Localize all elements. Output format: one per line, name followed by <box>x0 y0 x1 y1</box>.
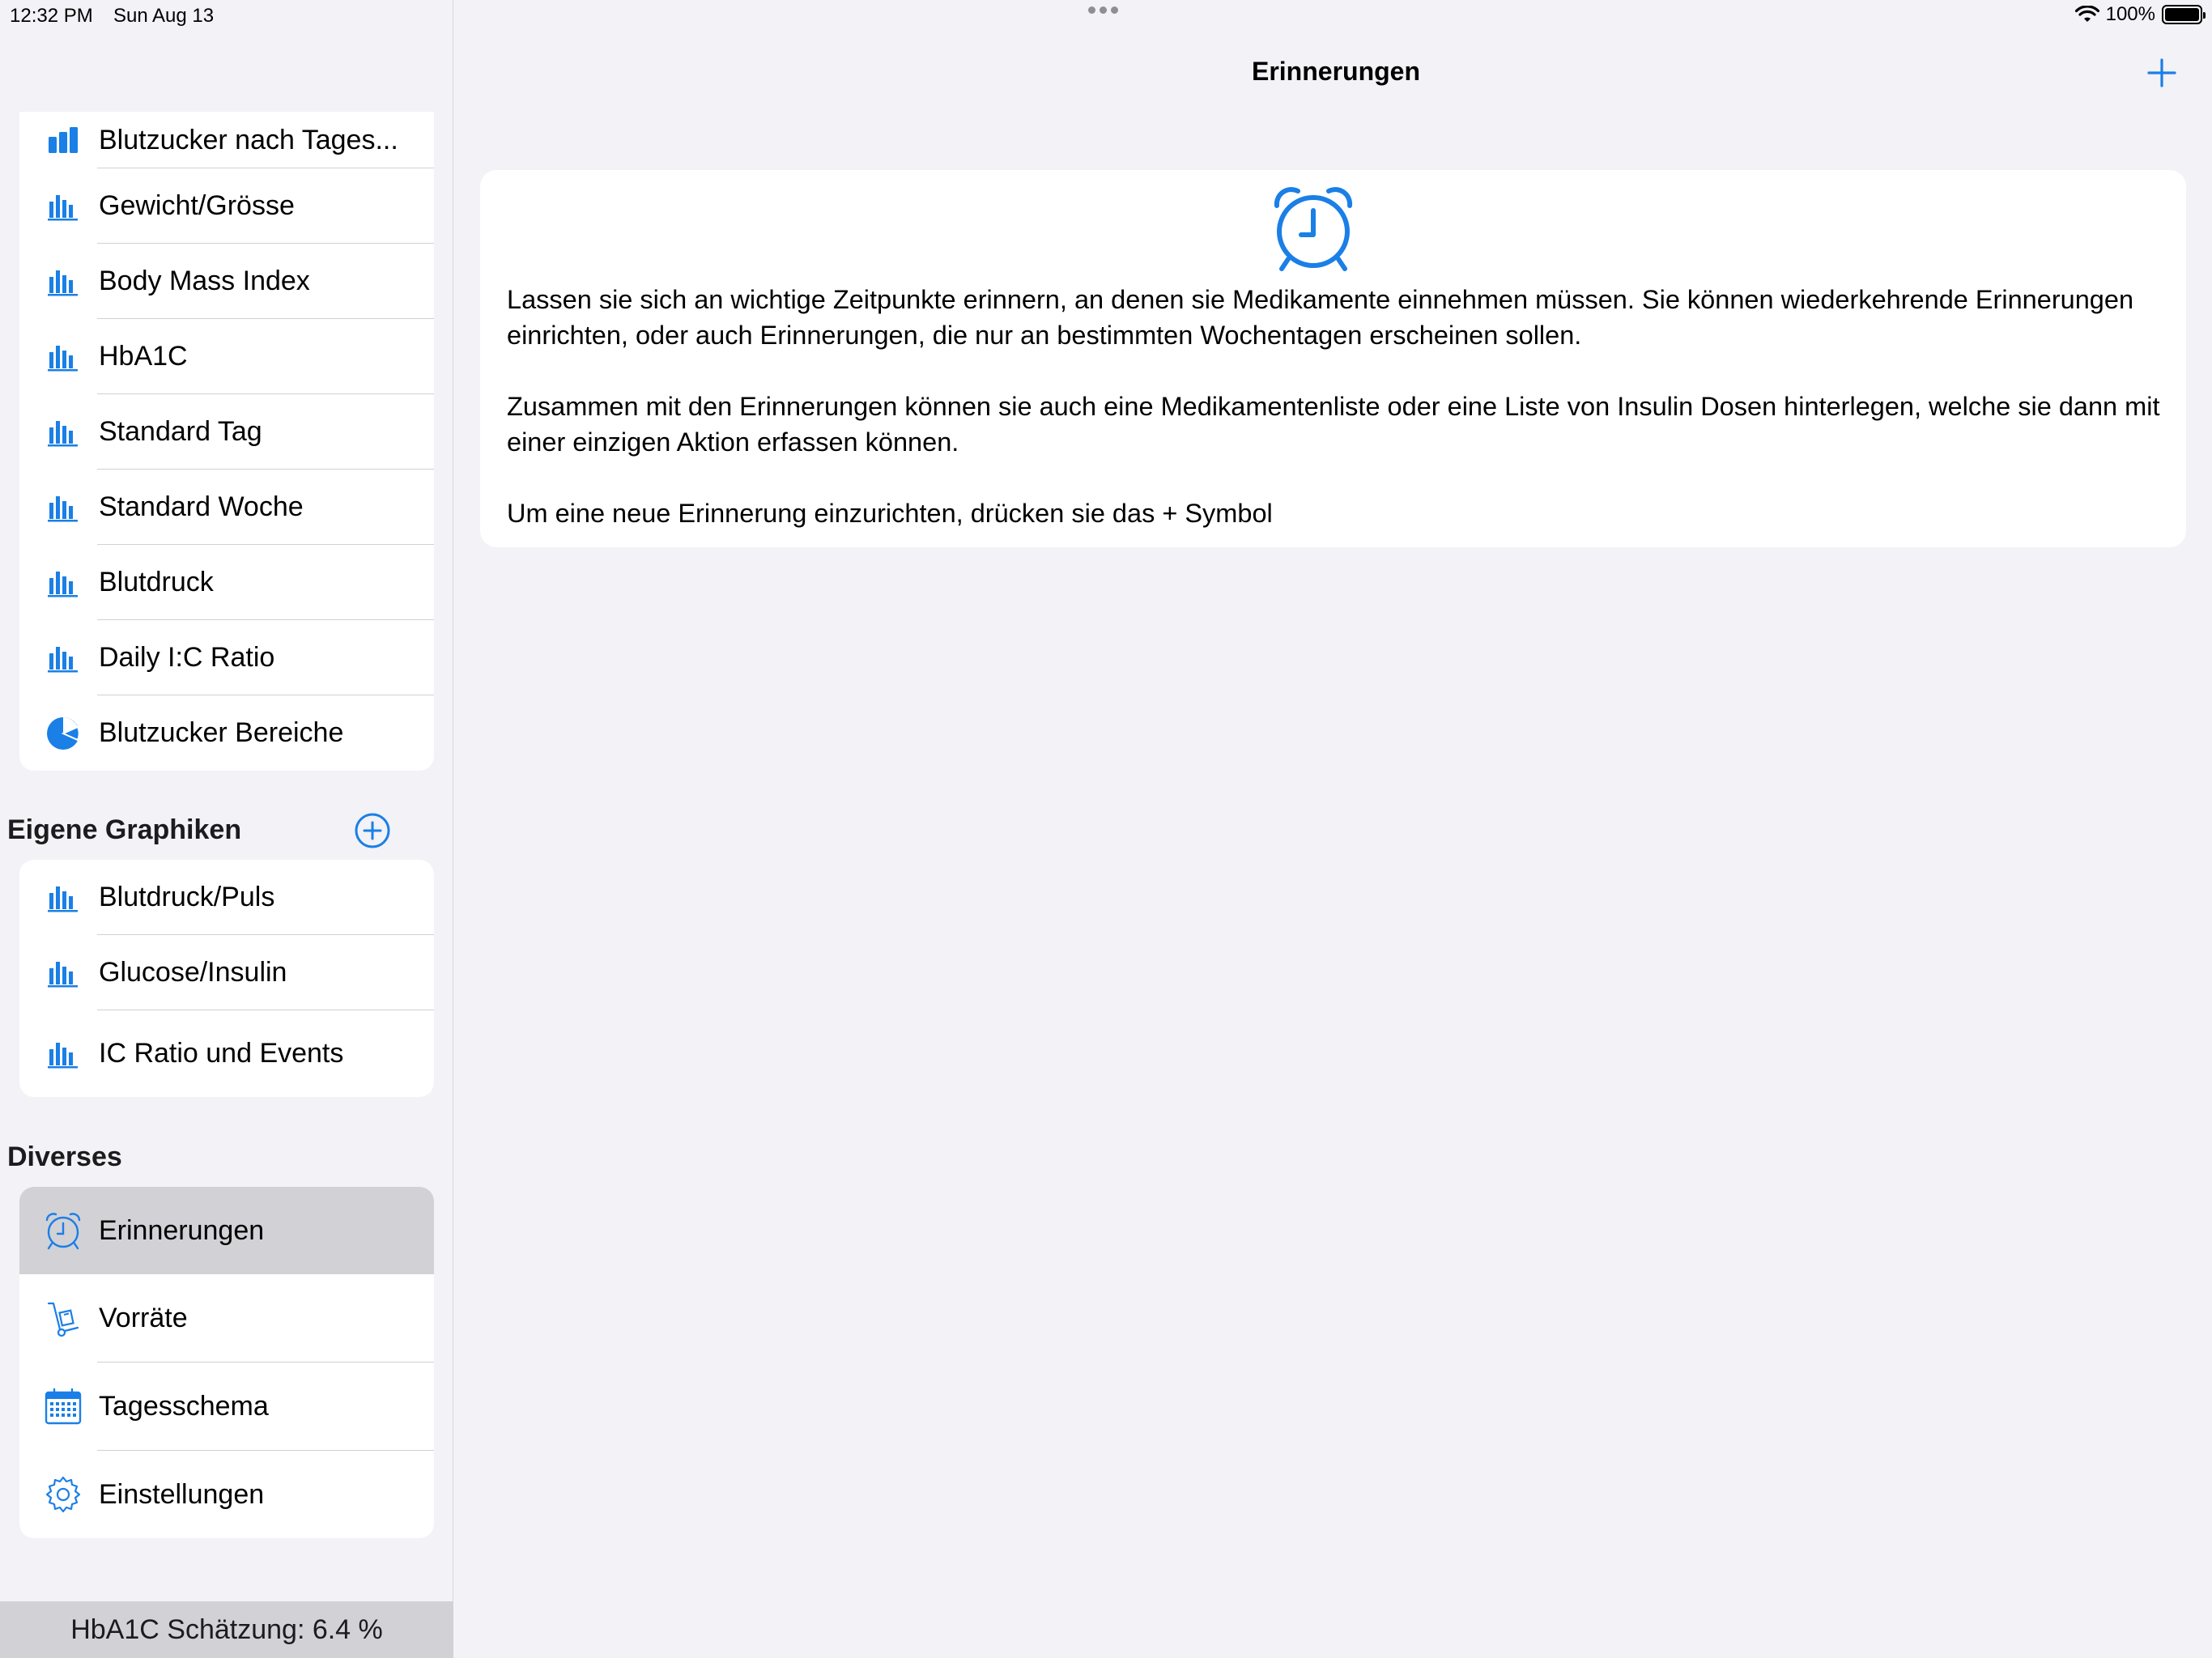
bar-chart-icon <box>40 184 86 229</box>
sidebar-item-label: Standard Tag <box>99 416 262 447</box>
add-circle-icon[interactable] <box>354 812 391 849</box>
info-text: Lassen sie sich an wichtige Zeitpunkte e… <box>507 282 2167 531</box>
bar-chart-icon <box>40 259 86 304</box>
alarm-clock-icon <box>1274 187 1353 271</box>
sidebar-item-einstellungen[interactable]: Einstellungen <box>19 1451 434 1538</box>
bar-chart-icon <box>40 636 86 681</box>
sidebar-item-blutzucker-nach-tages[interactable]: Blutzucker nach Tages... <box>19 112 434 168</box>
charts-list: Blutzucker nach Tages... Gewicht/Grösse Bo… <box>19 112 434 771</box>
sidebar-item-label: Vorräte <box>99 1303 188 1333</box>
sidebar-item-standard-tag[interactable]: Standard Tag <box>19 394 434 470</box>
bar-chart-icon <box>40 560 86 606</box>
sidebar-item-label: Blutdruck/Puls <box>99 882 275 912</box>
calendar-icon <box>40 1384 86 1430</box>
sidebar-item-label: Standard Woche <box>99 491 304 522</box>
sidebar-item-erinnerungen[interactable]: Erinnerungen <box>19 1187 434 1274</box>
bar-chart-icon <box>40 1031 86 1077</box>
bar-chart-icon <box>40 334 86 380</box>
sidebar-item-glucose-insulin[interactable]: Glucose/Insulin <box>19 935 434 1010</box>
info-paragraph: Um eine neue Erinnerung einzurichten, dr… <box>507 499 1273 528</box>
misc-rows: Erinnerungen Vorräte Tagesschema Einstellun… <box>19 1187 434 1538</box>
info-paragraph: Lassen sie sich an wichtige Zeitpunkte e… <box>507 285 2134 350</box>
sidebar-item-label: Blutzucker Bereiche <box>99 717 344 748</box>
sidebar-item-label: Gewicht/Grösse <box>99 190 295 221</box>
own-charts-rows: Blutdruck/Puls Glucose/Insulin IC Ratio un… <box>19 860 434 1097</box>
sidebar-item-ic-ratio-und-events[interactable]: IC Ratio und Events <box>19 1010 434 1097</box>
own-charts-list: Blutdruck/Puls Glucose/Insulin IC Ratio un… <box>19 860 434 1097</box>
alarm-clock-icon <box>40 1208 86 1253</box>
sidebar-item-body-mass-index[interactable]: Body Mass Index <box>19 244 434 319</box>
status-bar: 12:32 PM Sun Aug 13 100% <box>0 0 2212 32</box>
pie-chart-icon <box>40 711 86 756</box>
sidebar-item-tagesschema[interactable]: Tagesschema <box>19 1363 434 1451</box>
sidebar-item-vorräte[interactable]: Vorräte <box>19 1274 434 1363</box>
sidebar-item-daily-i-c-ratio[interactable]: Daily I:C Ratio <box>19 620 434 695</box>
hba1c-estimate: HbA1C Schätzung: 6.4 % <box>0 1601 453 1658</box>
info-card: Lassen sie sich an wichtige Zeitpunkte e… <box>480 170 2186 547</box>
info-paragraph: Zusammen mit den Erinnerungen können sie… <box>507 392 2160 457</box>
sidebar-item-label: HbA1C <box>99 341 188 372</box>
sidebar-item-label: Glucose/Insulin <box>99 957 287 988</box>
sidebar-item-gewicht-grösse[interactable]: Gewicht/Grösse <box>19 168 434 244</box>
bar-chart-icon <box>40 950 86 996</box>
bar-chart-icon <box>40 117 86 163</box>
gear-icon <box>40 1472 86 1517</box>
status-date: Sun Aug 13 <box>113 5 215 27</box>
sidebar-item-blutdruck-puls[interactable]: Blutdruck/Puls <box>19 860 434 935</box>
sidebar-item-label: Einstellungen <box>99 1478 265 1510</box>
sidebar-item-label: Daily I:C Ratio <box>99 642 275 673</box>
sidebar-item-blutdruck[interactable]: Blutdruck <box>19 545 434 620</box>
battery-percentage: 100% <box>2105 3 2155 25</box>
add-reminder-button[interactable] <box>2146 57 2178 89</box>
sidebar-item-label: Blutzucker nach Tages... <box>99 124 398 155</box>
status-time: 12:32 PM <box>10 5 93 27</box>
sidebar-item-label: Blutdruck <box>99 567 214 597</box>
page-title: Erinnerungen <box>1251 57 1420 86</box>
charts-rows: Blutzucker nach Tages... Gewicht/Grösse Bo… <box>19 112 434 771</box>
section-header-misc: Diverses <box>7 1141 122 1172</box>
sidebar-item-blutzucker-bereiche[interactable]: Blutzucker Bereiche <box>19 695 434 771</box>
status-indicators: 100% <box>2074 3 2206 26</box>
misc-list: Erinnerungen Vorräte Tagesschema Einstellun… <box>19 1187 434 1538</box>
sidebar-item-standard-woche[interactable]: Standard Woche <box>19 470 434 545</box>
hand-truck-icon <box>40 1296 86 1341</box>
bar-chart-icon <box>40 410 86 455</box>
battery-icon <box>2162 5 2206 24</box>
sidebar-item-label: Tagesschema <box>99 1391 269 1422</box>
sidebar-item-label: IC Ratio und Events <box>99 1038 344 1069</box>
sidebar-item-hba1c[interactable]: HbA1C <box>19 319 434 394</box>
section-header-own-charts: Eigene Graphiken <box>7 814 242 845</box>
bar-chart-icon <box>40 485 86 530</box>
sidebar-item-label: Body Mass Index <box>99 266 310 296</box>
sidebar-item-label: Erinnerungen <box>99 1214 265 1246</box>
multitasking-icon[interactable] <box>1088 6 1118 14</box>
sidebar: Blutzucker nach Tages... Gewicht/Grösse Bo… <box>0 0 453 1658</box>
wifi-icon <box>2074 6 2099 22</box>
bar-chart-icon <box>40 875 86 920</box>
